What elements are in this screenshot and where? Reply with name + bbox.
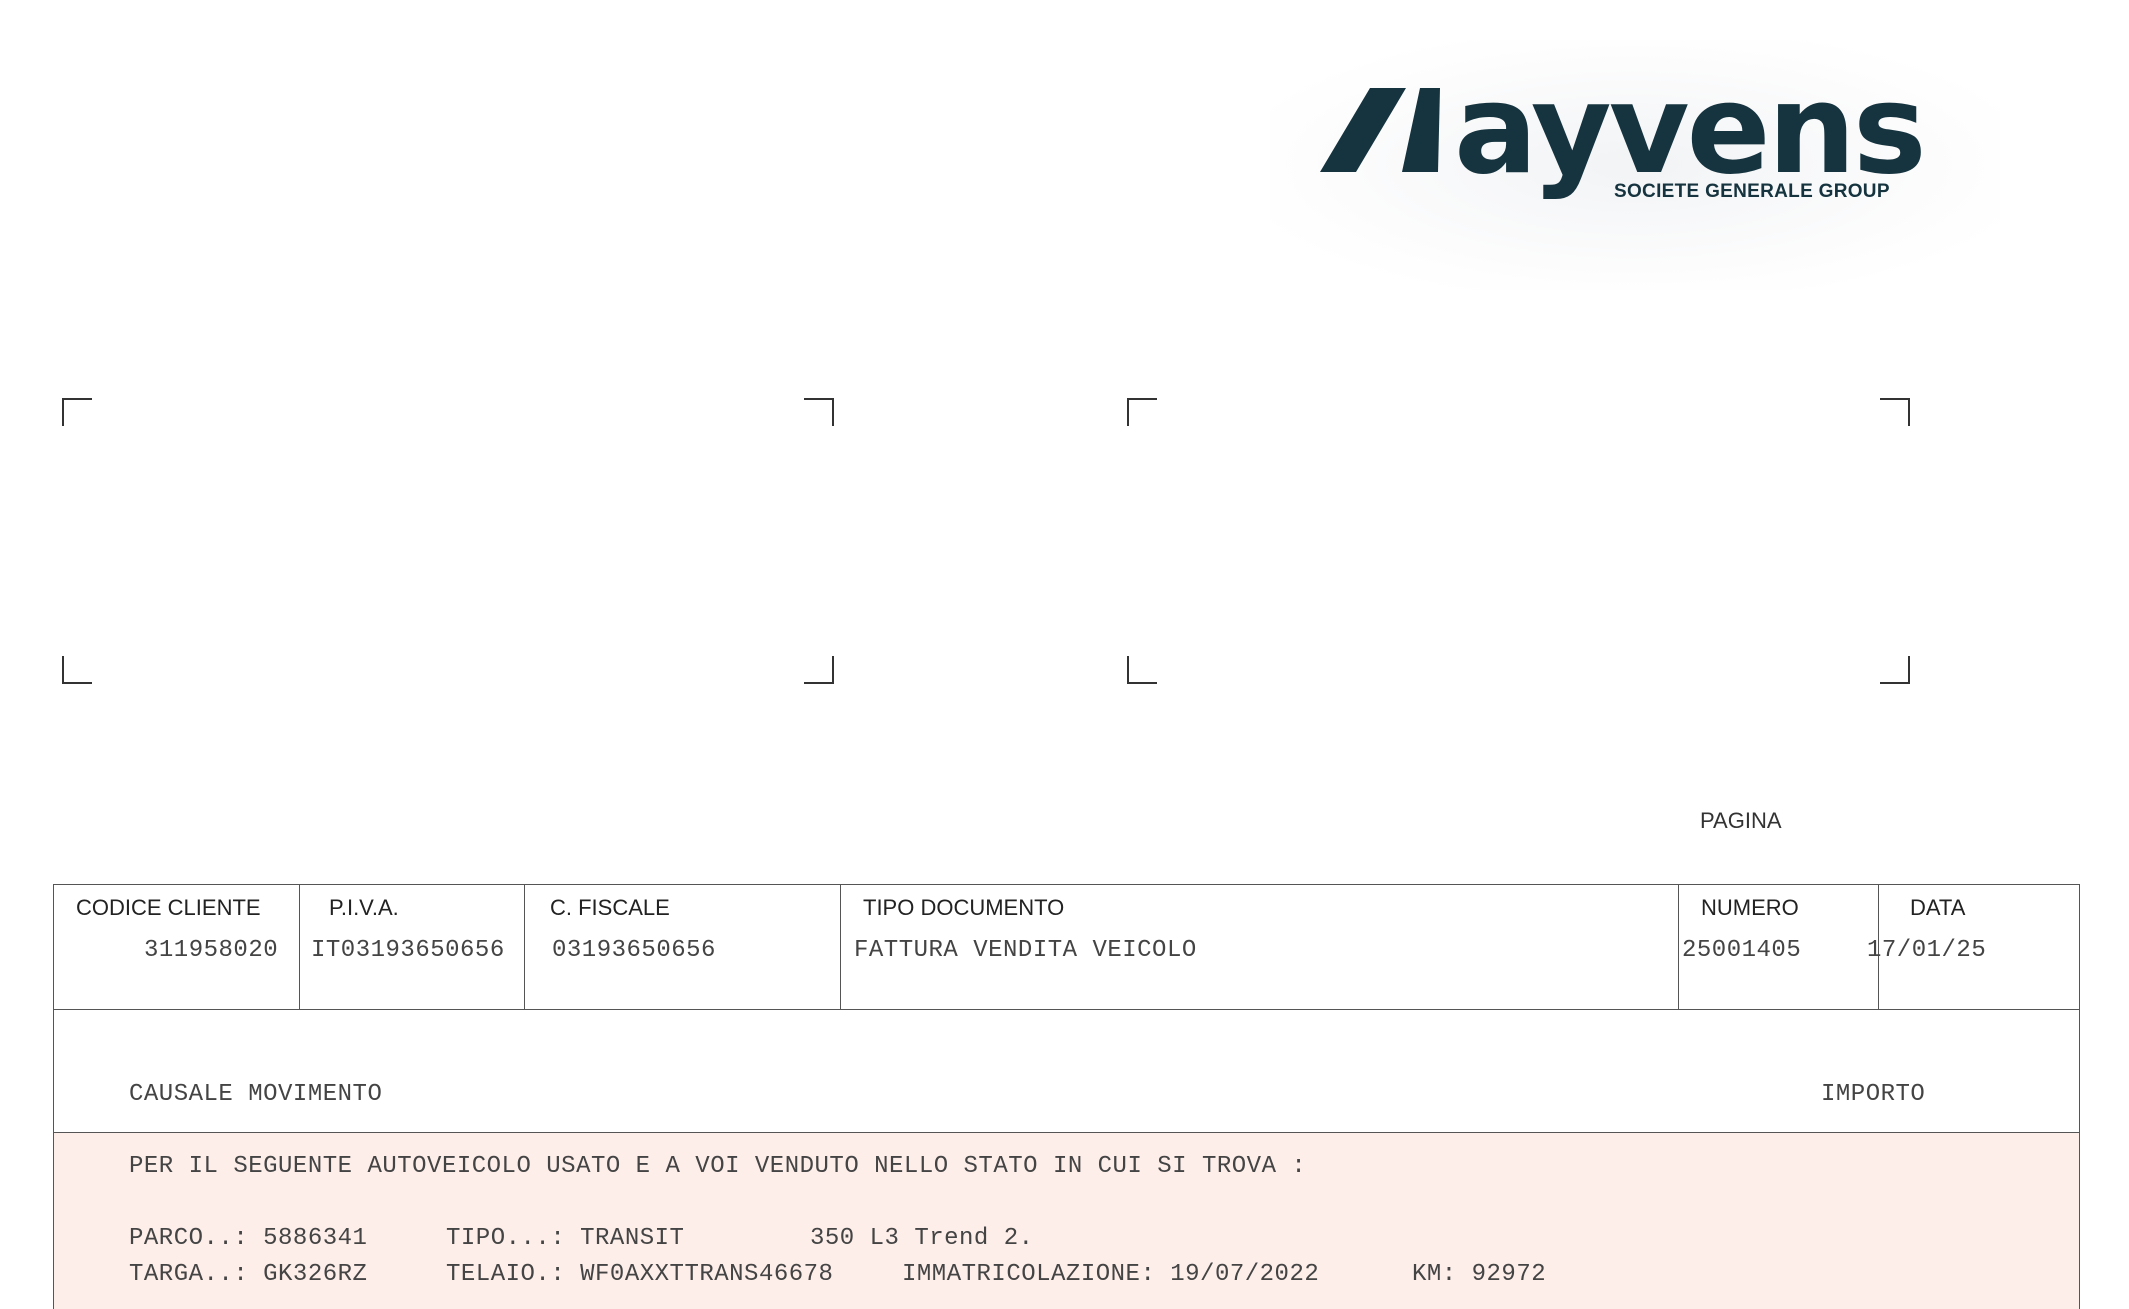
movement-body: PER IL SEGUENTE AUTOVEICOLO USATO E A VO… — [53, 1133, 2080, 1309]
movement-columns-header: CAUSALE MOVIMENTO IMPORTO — [53, 1009, 2080, 1133]
column-divider — [1678, 885, 1679, 1009]
document-header-table: CODICE CLIENTE 311958020 P.I.V.A. IT0319… — [53, 884, 2080, 1010]
immatricolazione-field: IMMATRICOLAZIONE: 19/07/2022 — [902, 1261, 1320, 1288]
km-field: KM: 92972 — [1412, 1261, 1547, 1288]
tipo-field: TIPO...: TRANSIT — [446, 1225, 685, 1252]
column-divider — [299, 885, 300, 1009]
page-label: PAGINA — [1700, 808, 1782, 833]
codice-fiscale-value: 03193650656 — [552, 937, 716, 964]
logo-mark-icon — [1320, 88, 1440, 172]
crop-mark-top-right — [1880, 398, 1910, 426]
numero-label: NUMERO — [1701, 895, 1799, 920]
codice-cliente-label: CODICE CLIENTE — [76, 895, 261, 920]
ayvens-logo: ayvens SOCIETE GENERALE GROUP — [1270, 40, 2000, 290]
codice-cliente-value: 311958020 — [144, 937, 279, 964]
column-divider — [840, 885, 841, 1009]
telaio-field: TELAIO.: WF0AXXTTRANS46678 — [446, 1261, 834, 1288]
tipo-documento-value: FATTURA VENDITA VEICOLO — [854, 937, 1197, 964]
crop-mark-top-left — [1127, 398, 1157, 426]
parco-field: PARCO..: 5886341 — [129, 1225, 368, 1252]
crop-mark-bottom-left — [1127, 656, 1157, 684]
targa-field: TARGA..: GK326RZ — [129, 1261, 368, 1288]
crop-mark-bottom-left — [62, 656, 92, 684]
logo-wordmark: ayvens — [1454, 58, 1927, 202]
crop-mark-bottom-right — [1880, 656, 1910, 684]
causale-movimento-header: CAUSALE MOVIMENTO — [129, 1081, 383, 1108]
crop-mark-top-left — [62, 398, 92, 426]
importo-header: IMPORTO — [1821, 1081, 1926, 1108]
piva-label: P.I.V.A. — [329, 895, 399, 920]
piva-value: IT03193650656 — [311, 937, 505, 964]
column-divider — [524, 885, 525, 1009]
logo-tagline: SOCIETE GENERALE GROUP — [1614, 181, 1890, 202]
vehicle-sale-intro: PER IL SEGUENTE AUTOVEICOLO USATO E A VO… — [129, 1153, 1307, 1180]
data-value: 17/01/25 — [1867, 937, 1987, 964]
modello-field: 350 L3 Trend 2. — [810, 1225, 1034, 1252]
data-label: DATA — [1910, 895, 1966, 920]
tipo-documento-label: TIPO DOCUMENTO — [863, 895, 1065, 920]
numero-value: 25001405 — [1682, 937, 1802, 964]
crop-mark-bottom-right — [804, 656, 834, 684]
codice-fiscale-label: C. FISCALE — [550, 895, 670, 920]
crop-mark-top-right — [804, 398, 834, 426]
